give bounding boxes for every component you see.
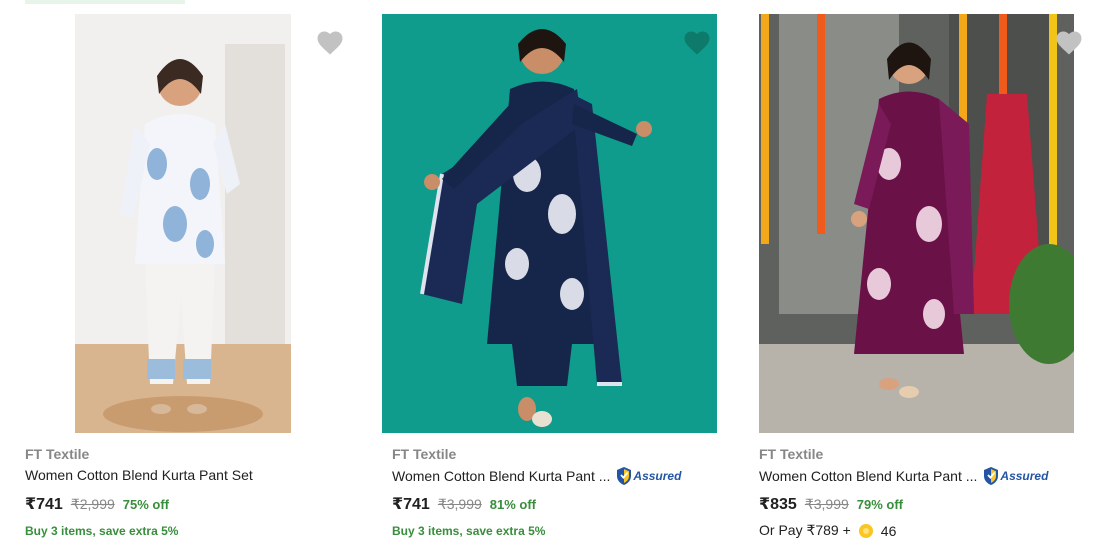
product-image[interactable]: [75, 14, 291, 433]
assured-shield-icon: [984, 467, 999, 485]
product-title-row: Women Cotton Blend Kurta Pant Set: [25, 467, 253, 483]
wishlist-heart-icon[interactable]: [682, 28, 712, 56]
discount-percent: 81% off: [489, 497, 537, 512]
assured-label: Assured: [633, 469, 682, 483]
product-title[interactable]: Women Cotton Blend Kurta Pant ...: [759, 468, 977, 484]
price-row: ₹741 ₹3,999 81% off: [392, 494, 536, 514]
product-brand: FT Textile: [759, 446, 824, 462]
supercoin-pay-row: Or Pay ₹789 + 46: [759, 522, 896, 539]
product-title-row: Women Cotton Blend Kurta Pant ... Assure…: [392, 467, 681, 485]
wishlist-heart-icon[interactable]: [1054, 28, 1084, 56]
price-row: ₹835 ₹3,999 79% off: [759, 494, 903, 514]
coin-count: 46: [880, 522, 897, 539]
product-title[interactable]: Women Cotton Blend Kurta Pant ...: [392, 468, 610, 484]
original-price: ₹3,999: [437, 496, 482, 512]
product-image[interactable]: [382, 14, 717, 433]
assured-shield-icon: [617, 467, 632, 485]
selling-price: ₹741: [392, 496, 430, 513]
assured-label: Assured: [1000, 469, 1049, 483]
discount-percent: 79% off: [856, 497, 904, 512]
assured-badge: Assured: [616, 467, 681, 485]
assured-badge: Assured: [983, 467, 1048, 485]
product-card-2[interactable]: FT Textile Women Cotton Blend Kurta Pant…: [382, 0, 727, 548]
product-title-row: Women Cotton Blend Kurta Pant ... Assure…: [759, 467, 1048, 485]
bulk-offer-text: Buy 3 items, save extra 5%: [392, 524, 546, 538]
selling-price: ₹835: [759, 496, 797, 513]
product-brand: FT Textile: [392, 446, 457, 462]
selling-price: ₹741: [25, 496, 63, 513]
product-card-1[interactable]: FT Textile Women Cotton Blend Kurta Pant…: [20, 0, 360, 548]
product-brand: FT Textile: [25, 446, 90, 462]
product-image[interactable]: [759, 14, 1074, 433]
original-price: ₹3,999: [804, 496, 849, 512]
wishlist-heart-icon[interactable]: [315, 28, 345, 56]
product-title[interactable]: Women Cotton Blend Kurta Pant Set: [25, 467, 253, 483]
price-row: ₹741 ₹2,999 75% off: [25, 494, 169, 514]
discount-percent: 75% off: [122, 497, 170, 512]
supercoin-icon: [858, 523, 873, 538]
bulk-offer-text: Buy 3 items, save extra 5%: [25, 524, 179, 538]
original-price: ₹2,999: [70, 496, 115, 512]
pay-with-coins-text: Or Pay ₹789 +: [759, 522, 851, 538]
product-card-3[interactable]: FT Textile Women Cotton Blend Kurta Pant…: [754, 0, 1094, 548]
